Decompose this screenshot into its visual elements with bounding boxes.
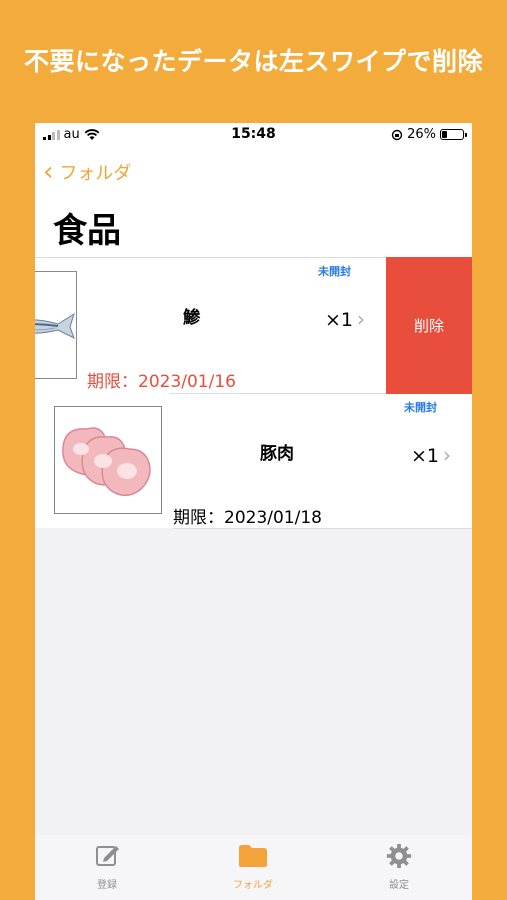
tab-register[interactable]: 登録 <box>67 843 147 891</box>
back-label: フォルダ <box>59 163 132 184</box>
chevron-left-icon: ‹ <box>43 157 54 187</box>
item-name: 鯵 <box>183 308 200 328</box>
gear-icon <box>386 843 412 869</box>
chevron-right-icon: › <box>443 443 451 467</box>
battery-icon <box>440 129 467 140</box>
folder-icon <box>239 845 267 867</box>
pork-image <box>54 406 162 514</box>
item-quantity: ×1 <box>411 445 440 467</box>
expiry-date: 期限：2023/01/16 <box>87 372 236 392</box>
tab-bar: 登録 フォルダ 設定 <box>35 835 472 900</box>
back-button[interactable]: ‹ フォルダ <box>43 159 131 185</box>
tab-folder[interactable]: フォルダ <box>213 843 293 891</box>
status-bar: au 15:48 26% <box>35 123 472 147</box>
chevron-right-icon: › <box>357 307 365 331</box>
banner-caption: 不要になったデータは左スワイプで削除 <box>23 47 483 76</box>
fish-image <box>35 271 77 379</box>
status-badge: 未開封 <box>404 401 437 414</box>
page-title: 食品 <box>53 211 121 251</box>
tab-settings[interactable]: 設定 <box>359 843 439 891</box>
item-name: 豚肉 <box>260 444 294 464</box>
rotation-lock-icon <box>391 129 403 140</box>
item-quantity: ×1 <box>325 309 354 331</box>
phone-screen: au 15:48 26% ‹ フォルダ 食品 未開封 鯵 ×1 › 期限：202… <box>35 123 472 900</box>
expiry-date: 期限：2023/01/18 <box>173 508 322 528</box>
list-item[interactable]: 未開封 豚肉 ×1 › 期限：2023/01/18 <box>35 393 472 529</box>
edit-icon <box>96 846 119 866</box>
status-badge: 未開封 <box>318 265 351 278</box>
delete-button[interactable]: 削除 <box>386 257 472 394</box>
battery-percent: 26% <box>407 127 436 142</box>
